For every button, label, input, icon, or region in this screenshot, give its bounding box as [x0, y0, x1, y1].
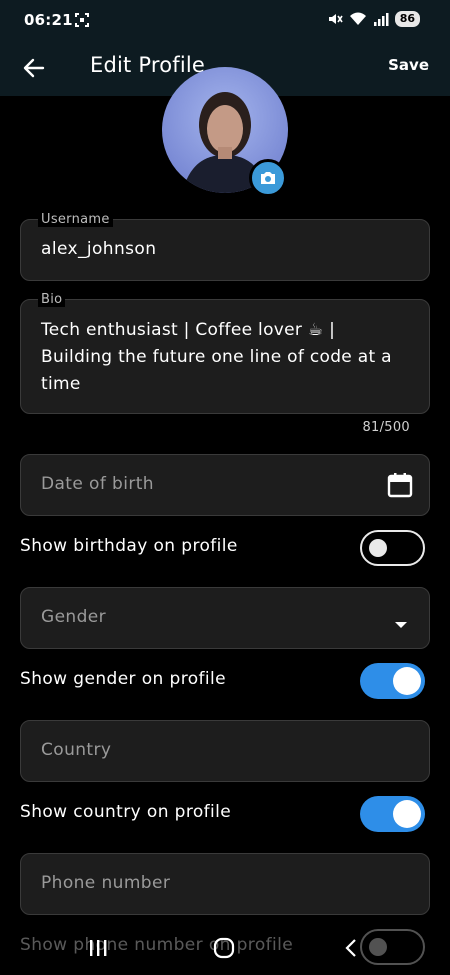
show-gender-label: Show gender on profile — [20, 669, 227, 689]
mute-icon — [327, 11, 343, 27]
dob-placeholder: Date of birth — [41, 474, 154, 494]
status-bar: 06:21 86 — [0, 0, 450, 40]
country-placeholder: Country — [41, 740, 112, 760]
signal-icon — [373, 11, 389, 27]
screenshot-icon — [74, 12, 90, 28]
change-photo-button[interactable] — [249, 159, 287, 197]
back-button[interactable] — [18, 52, 50, 84]
show-gender-toggle[interactable] — [360, 663, 425, 699]
country-field[interactable]: Country — [20, 720, 430, 782]
dob-field[interactable]: Date of birth — [20, 454, 430, 516]
username-label: Username — [38, 212, 113, 227]
phone-field[interactable]: Phone number — [20, 853, 430, 915]
battery-badge: 86 — [394, 11, 420, 27]
username-field[interactable]: Username alex_johnson — [20, 212, 430, 281]
status-icons: 86 — [327, 11, 420, 27]
bio-label: Bio — [38, 292, 66, 307]
system-nav-bar — [0, 925, 450, 975]
home-icon[interactable] — [213, 937, 235, 963]
status-time: 06:21 — [24, 11, 73, 29]
gender-placeholder: Gender — [41, 607, 107, 627]
gender-select[interactable]: Gender — [20, 587, 430, 649]
show-country-toggle[interactable] — [360, 796, 425, 832]
caret-down-icon — [395, 615, 407, 634]
bio-input[interactable]: Tech enthusiast | Coffee lover ☕ | Build… — [41, 317, 401, 398]
bio-field[interactable]: Bio Tech enthusiast | Coffee lover ☕ | B… — [20, 292, 430, 414]
wifi-icon — [349, 11, 367, 27]
bio-char-counter: 81/500 — [362, 420, 410, 435]
back-nav-icon[interactable] — [343, 937, 359, 963]
show-birthday-label: Show birthday on profile — [20, 536, 238, 556]
avatar-container[interactable] — [162, 67, 288, 197]
save-button[interactable]: Save — [388, 56, 429, 74]
phone-placeholder: Phone number — [41, 873, 171, 893]
camera-icon — [261, 172, 275, 184]
calendar-icon[interactable] — [387, 472, 413, 502]
show-country-label: Show country on profile — [20, 802, 232, 822]
recent-apps-icon[interactable] — [88, 937, 108, 963]
arrow-left-icon — [23, 58, 45, 78]
username-input[interactable]: alex_johnson — [41, 239, 156, 259]
show-birthday-toggle[interactable] — [360, 530, 425, 566]
